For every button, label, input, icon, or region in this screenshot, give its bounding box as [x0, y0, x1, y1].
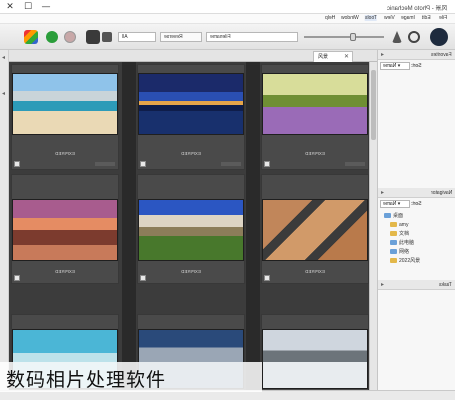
tree-item-network[interactable]: 网络	[390, 248, 409, 256]
favorites-sort-label: Sort:	[411, 63, 422, 69]
tree-item-documents[interactable]: 文档	[390, 230, 409, 238]
collapse-arrow-icon[interactable]: ▸	[381, 189, 384, 196]
menu-edit[interactable]: Edit	[422, 15, 431, 21]
close-window-button[interactable]: ✕	[2, 1, 18, 13]
green-status-icon[interactable]	[46, 31, 58, 43]
left-panel-strip: ◂ ◂	[0, 50, 9, 390]
favorites-title: Favorites	[431, 52, 452, 58]
sort-field-dropdown[interactable]: Filename	[206, 32, 298, 42]
select-checkbox[interactable]	[14, 275, 20, 281]
image-cell[interactable]: EXPIRED	[137, 64, 245, 170]
camera-icon[interactable]	[102, 32, 112, 42]
image-cell[interactable]	[261, 314, 369, 390]
menu-tools[interactable]: Tools	[365, 15, 377, 21]
content-scrollbar[interactable]	[369, 62, 377, 390]
tree-item-desktop[interactable]: 桌面	[384, 212, 403, 220]
content-scrollbar-thumb[interactable]	[371, 70, 376, 140]
cell-label: EXPIRED	[181, 269, 201, 274]
favorites-sort-select[interactable]: Name ▾	[380, 62, 410, 70]
collapse-arrow-icon[interactable]: ◂	[2, 54, 5, 61]
select-checkbox[interactable]	[14, 161, 20, 167]
navigator-sort-label: Sort:	[411, 201, 422, 207]
navigator-sort-select[interactable]: Name ▾	[380, 200, 410, 208]
favorites-header: ▸ Favorites	[378, 50, 455, 60]
maximize-icon: ☐	[23, 2, 33, 12]
cell-label: EXPIRED	[55, 269, 75, 274]
thumbnail-beach-city[interactable]	[12, 73, 118, 135]
close-tab-icon[interactable]: ✕	[344, 52, 349, 62]
toolbar: All Reverse Filename	[0, 24, 455, 50]
tab-landscape[interactable]: 风景 ✕	[313, 51, 353, 62]
favorites-sort: Name ▾ Sort:	[380, 62, 422, 71]
navigator-panel: ▸ Navigator Name ▾ Sort: 桌面 amy 文档 此电脑 网…	[377, 188, 455, 280]
collapse-arrow-icon[interactable]: ▸	[381, 281, 384, 288]
collapse-arrow-icon[interactable]: ▸	[381, 51, 384, 58]
select-checkbox[interactable]	[140, 161, 146, 167]
tab-strip: 风景 ✕	[9, 50, 377, 62]
collapse-arrow-icon-2[interactable]: ◂	[2, 90, 5, 97]
navigator-sort: Name ▾ Sort:	[380, 200, 422, 209]
filter-dropdown[interactable]: All	[118, 32, 156, 42]
caption-text: 数码相片处理软件	[6, 369, 167, 391]
cell-meta	[345, 162, 365, 166]
minimize-window-button[interactable]: —	[38, 1, 54, 13]
thumbnail-lavender-trees[interactable]	[262, 73, 368, 135]
zoom-slider-knob[interactable]	[350, 33, 356, 41]
title-bar: ✕ ☐ — 风景 - Photo Mechanic	[0, 0, 455, 14]
color-class-icon[interactable]	[24, 30, 38, 44]
image-cell[interactable]: EXPIRED	[11, 64, 119, 170]
thumbnail-winding-road[interactable]	[262, 199, 368, 261]
record-icon[interactable]	[64, 31, 76, 43]
thumbnail-mountain-valley[interactable]	[138, 199, 244, 261]
contact-sheet: EXPIRED EXPIRED EXPIRED EXPIRED EXPIRED …	[9, 62, 377, 390]
tasks-title: Tasks	[439, 282, 452, 288]
image-cell[interactable]: EXPIRED	[137, 174, 245, 284]
cell-label: EXPIRED	[55, 151, 75, 156]
cell-label: EXPIRED	[305, 269, 325, 274]
tree-item-landscape-folder[interactable]: 2022风景	[390, 257, 420, 265]
printer-icon[interactable]	[86, 30, 100, 44]
tab-label: 风景	[318, 54, 329, 60]
caption-overlay: 数码相片处理软件	[0, 362, 262, 392]
tasks-panel: ▸ Tasks	[377, 280, 455, 390]
maximize-window-button[interactable]: ☐	[20, 1, 36, 13]
tasks-header: ▸ Tasks	[378, 280, 455, 290]
image-cell[interactable]: EXPIRED	[261, 64, 369, 170]
image-cell[interactable]: EXPIRED	[261, 174, 369, 284]
select-checkbox[interactable]	[264, 275, 270, 281]
thumbnail-winter-landscape[interactable]	[262, 329, 368, 389]
tree-item-this-pc[interactable]: 此电脑	[390, 239, 414, 247]
reverse-checkbox[interactable]: Reverse	[160, 32, 202, 42]
column-separator	[246, 62, 260, 390]
menu-bar: File Edit Image View Tools Window Help	[0, 14, 455, 24]
cell-meta	[95, 162, 115, 166]
menu-help[interactable]: Help	[325, 15, 335, 21]
menu-window[interactable]: Window	[341, 15, 359, 21]
menu-view[interactable]: View	[384, 15, 395, 21]
cell-label: EXPIRED	[305, 151, 325, 156]
window-title: 风景 - Photo Mechanic	[386, 6, 447, 12]
menu-file[interactable]: File	[439, 15, 447, 21]
rocket-icon[interactable]	[392, 31, 402, 43]
navigator-header: ▸ Navigator	[378, 188, 455, 198]
navigator-title: Navigator	[430, 190, 452, 196]
select-checkbox[interactable]	[140, 275, 146, 281]
search-icon[interactable]	[408, 31, 420, 43]
favorites-panel: ▸ Favorites Name ▾ Sort:	[377, 50, 455, 188]
column-separator	[122, 62, 136, 390]
image-cell[interactable]: EXPIRED	[11, 174, 119, 284]
thumbnail-coastal-sunset[interactable]	[12, 199, 118, 261]
cell-label: EXPIRED	[181, 151, 201, 156]
gear-icon[interactable]	[430, 28, 448, 46]
select-checkbox[interactable]	[264, 161, 270, 167]
zoom-slider-track[interactable]	[304, 36, 384, 38]
minimize-icon: —	[41, 2, 51, 12]
menu-image[interactable]: Image	[401, 15, 415, 21]
cell-meta	[221, 162, 241, 166]
thumbnail-night-city-lake[interactable]	[138, 73, 244, 135]
tree-item-amy[interactable]: amy	[390, 221, 408, 229]
close-icon: ✕	[6, 2, 14, 12]
